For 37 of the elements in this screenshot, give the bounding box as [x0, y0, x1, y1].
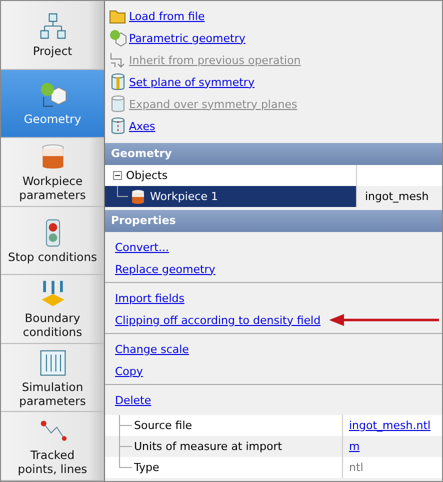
- property-link[interactable]: Delete: [115, 394, 152, 406]
- property-link[interactable]: Import fields: [115, 292, 184, 304]
- property-value: ntl: [349, 461, 364, 474]
- tree-item-label: Workpiece 1: [149, 190, 218, 203]
- action-link[interactable]: Parametric geometry: [129, 32, 246, 44]
- property-name: Type: [134, 461, 160, 474]
- cylinder-icon: [109, 95, 127, 113]
- property-name: Units of measure at import: [134, 440, 282, 453]
- property-link[interactable]: Convert...: [115, 240, 169, 254]
- sliders-icon: [38, 348, 68, 378]
- sidebar-item[interactable]: Workpiece parameters: [1, 138, 104, 207]
- action-link[interactable]: Set plane of symmetry: [129, 76, 254, 88]
- section-header: Geometry: [105, 143, 442, 165]
- cylinder-icon: [109, 117, 127, 135]
- sidebar-item[interactable]: Geometry: [1, 70, 104, 138]
- property-value-link[interactable]: m: [349, 440, 360, 453]
- property-name: Source file: [134, 419, 192, 432]
- section-header: Properties: [105, 210, 442, 232]
- property-link[interactable]: Replace geometry: [115, 262, 216, 276]
- sidebar-item[interactable]: Project: [1, 1, 104, 70]
- tree-item[interactable]: Objects: [124, 169, 168, 182]
- sidebar-item[interactable]: Tracked points, lines: [1, 412, 104, 481]
- collapse-icon[interactable]: [113, 171, 122, 180]
- sidebar-item[interactable]: Simulation parameters: [1, 344, 104, 412]
- property-link[interactable]: Clipping off according to density field: [115, 314, 321, 326]
- action-link[interactable]: Load from file: [129, 10, 205, 22]
- cylinder-icon: [109, 73, 127, 91]
- sidebar-item[interactable]: Stop conditions: [1, 206, 104, 276]
- merge-icon: [109, 51, 127, 69]
- sphere-cube-icon: [109, 29, 127, 47]
- action-link[interactable]: Axes: [129, 120, 156, 132]
- property-link[interactable]: Change scale: [115, 342, 189, 356]
- property-value-link[interactable]: ingot_mesh.ntl: [349, 419, 431, 432]
- sidebar-item[interactable]: Boundary conditions: [1, 275, 104, 344]
- cylinder-icon: [130, 188, 146, 204]
- tree-item-value: ingot_mesh: [365, 190, 429, 203]
- property-link[interactable]: Copy: [115, 364, 143, 378]
